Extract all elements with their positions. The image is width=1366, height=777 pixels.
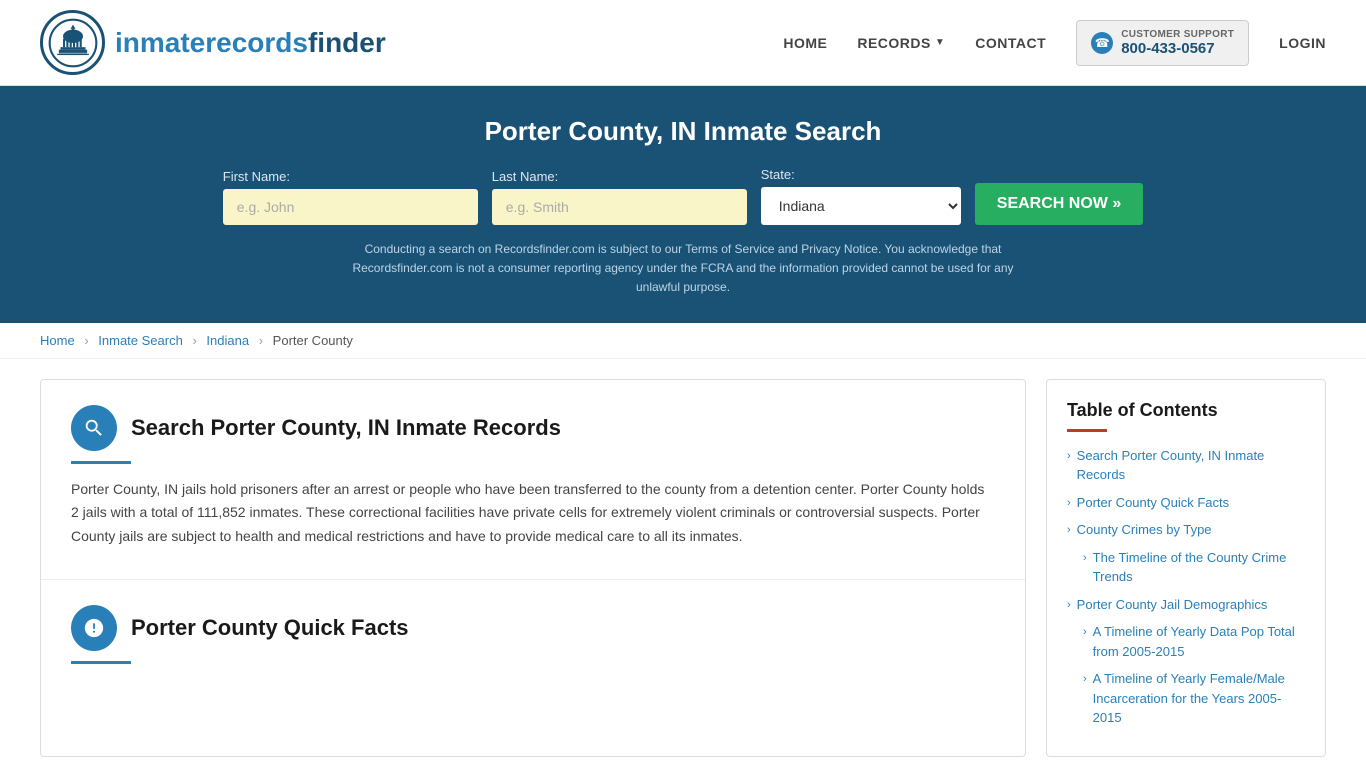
toc-link-2[interactable]: › Porter County Quick Facts <box>1067 493 1305 513</box>
breadcrumb-sep-1: › <box>84 333 88 348</box>
disclaimer-text: Conducting a search on Recordsfinder.com… <box>333 240 1033 298</box>
section2-header: Porter County Quick Facts <box>71 605 995 651</box>
breadcrumb: Home › Inmate Search › Indiana › Porter … <box>0 323 1366 359</box>
state-label: State: <box>761 167 795 182</box>
toc-link-3[interactable]: › County Crimes by Type <box>1067 520 1305 540</box>
toc-item-1: › Search Porter County, IN Inmate Record… <box>1067 446 1305 485</box>
nav-records[interactable]: RECORDS ▼ <box>857 35 945 51</box>
main-content: Search Porter County, IN Inmate Records … <box>0 359 1366 777</box>
logo-text: inmaterecordsfinder <box>115 27 386 59</box>
toc-link-1[interactable]: › Search Porter County, IN Inmate Record… <box>1067 446 1305 485</box>
toc-arrow-3: › <box>1067 522 1071 539</box>
section1-header: Search Porter County, IN Inmate Records <box>71 405 995 451</box>
toc-link-6[interactable]: › A Timeline of Yearly Data Pop Total fr… <box>1083 622 1305 661</box>
toc-link-4[interactable]: › The Timeline of the County Crime Trend… <box>1083 548 1305 587</box>
nav-home[interactable]: HOME <box>783 35 827 51</box>
section-quick-facts: Porter County Quick Facts <box>71 605 995 664</box>
toc-title: Table of Contents <box>1067 400 1305 421</box>
section2-title: Porter County Quick Facts <box>131 615 409 641</box>
phone-icon: ☎ <box>1091 32 1113 54</box>
section1-text: Porter County, IN jails hold prisoners a… <box>71 478 995 549</box>
search-form: First Name: Last Name: State: Indiana Al… <box>40 167 1326 225</box>
customer-support: ☎ CUSTOMER SUPPORT 800-433-0567 <box>1076 20 1249 66</box>
toc-list: › Search Porter County, IN Inmate Record… <box>1067 446 1305 728</box>
login-button[interactable]: LOGIN <box>1279 35 1326 51</box>
section-inmate-records: Search Porter County, IN Inmate Records … <box>71 405 995 549</box>
chevron-down-icon: ▼ <box>935 37 945 48</box>
last-name-label: Last Name: <box>492 169 558 184</box>
support-text: CUSTOMER SUPPORT 800-433-0567 <box>1121 29 1234 57</box>
toc-link-7[interactable]: › A Timeline of Yearly Female/Male Incar… <box>1083 669 1305 728</box>
toc-underline <box>1067 429 1107 432</box>
first-name-label: First Name: <box>223 169 290 184</box>
breadcrumb-inmate-search[interactable]: Inmate Search <box>98 333 183 348</box>
section2-underline <box>71 661 131 664</box>
first-name-group: First Name: <box>223 169 478 225</box>
article: Search Porter County, IN Inmate Records … <box>40 379 1026 757</box>
toc-item-2: › Porter County Quick Facts <box>1067 493 1305 513</box>
toc-item-3: › County Crimes by Type <box>1067 520 1305 540</box>
section1-title: Search Porter County, IN Inmate Records <box>131 415 561 441</box>
sidebar: Table of Contents › Search Porter County… <box>1046 379 1326 757</box>
toc-item-5: › Porter County Jail Demographics <box>1067 595 1305 615</box>
state-select[interactable]: Indiana Alabama Alaska Arizona Californi… <box>761 187 961 225</box>
state-group: State: Indiana Alabama Alaska Arizona Ca… <box>761 167 961 225</box>
breadcrumb-current: Porter County <box>273 333 353 348</box>
toc-arrow-5: › <box>1067 597 1071 614</box>
section-divider <box>41 579 1025 580</box>
section1-underline <box>71 461 131 464</box>
breadcrumb-home[interactable]: Home <box>40 333 75 348</box>
last-name-group: Last Name: <box>492 169 747 225</box>
search-icon <box>71 405 117 451</box>
toc-item-7: › A Timeline of Yearly Female/Male Incar… <box>1083 669 1305 728</box>
main-nav: HOME RECORDS ▼ CONTACT ☎ CUSTOMER SUPPOR… <box>783 20 1326 66</box>
search-button[interactable]: SEARCH NOW » <box>975 183 1143 225</box>
toc-item-6: › A Timeline of Yearly Data Pop Total fr… <box>1083 622 1305 661</box>
toc-item-4: › The Timeline of the County Crime Trend… <box>1083 548 1305 587</box>
hero-section: Porter County, IN Inmate Search First Na… <box>0 86 1366 323</box>
site-header: inmaterecordsfinder HOME RECORDS ▼ CONTA… <box>0 0 1366 86</box>
first-name-input[interactable] <box>223 189 478 225</box>
toc-arrow-6: › <box>1083 624 1087 641</box>
table-of-contents: Table of Contents › Search Porter County… <box>1046 379 1326 757</box>
toc-arrow-2: › <box>1067 495 1071 512</box>
logo-area: inmaterecordsfinder <box>40 10 386 75</box>
toc-arrow-4: › <box>1083 550 1087 567</box>
toc-link-5[interactable]: › Porter County Jail Demographics <box>1067 595 1305 615</box>
toc-arrow-7: › <box>1083 671 1087 688</box>
breadcrumb-sep-2: › <box>192 333 196 348</box>
nav-contact[interactable]: CONTACT <box>975 35 1046 51</box>
alert-icon <box>71 605 117 651</box>
breadcrumb-sep-3: › <box>259 333 263 348</box>
last-name-input[interactable] <box>492 189 747 225</box>
toc-arrow-1: › <box>1067 448 1071 465</box>
logo-icon <box>40 10 105 75</box>
breadcrumb-indiana[interactable]: Indiana <box>206 333 249 348</box>
page-title: Porter County, IN Inmate Search <box>40 116 1326 147</box>
